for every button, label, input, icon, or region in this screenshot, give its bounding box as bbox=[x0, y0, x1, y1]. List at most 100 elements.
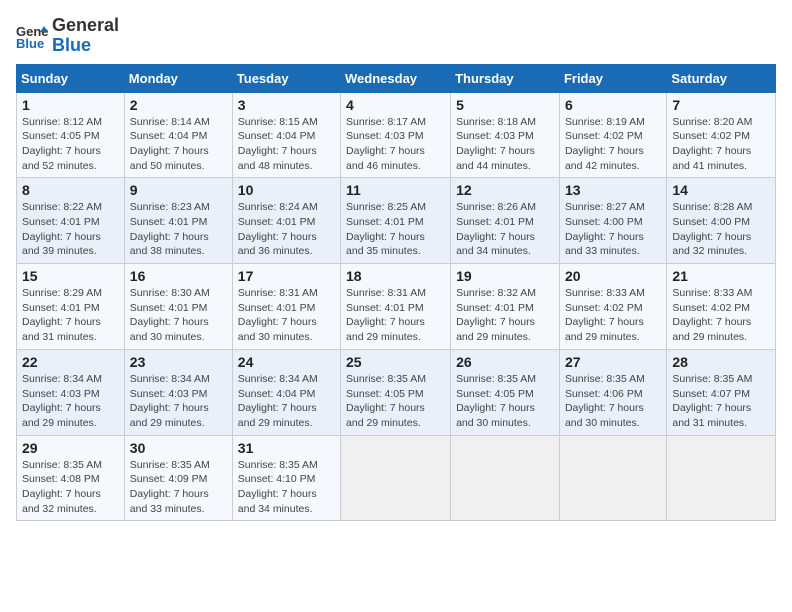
day-number: 21 bbox=[672, 268, 770, 284]
week-row-5: 29 Sunrise: 8:35 AM Sunset: 4:08 PM Dayli… bbox=[17, 435, 776, 521]
day-cell: 24Sunrise: 8:34 AM Sunset: 4:04 PM Dayli… bbox=[232, 349, 340, 435]
day-cell: 12 Sunrise: 8:26 AM Sunset: 4:01 PM Dayli… bbox=[451, 178, 560, 264]
day-number: 31 bbox=[238, 440, 335, 456]
day-detail: Sunrise: 8:35 AM Sunset: 4:10 PM Dayligh… bbox=[238, 458, 335, 517]
day-detail: Sunrise: 8:25 AM Sunset: 4:01 PM Dayligh… bbox=[346, 200, 445, 259]
dow-header-friday: Friday bbox=[559, 64, 666, 92]
day-detail: Sunrise: 8:33 AM Sunset: 4:02 PM Dayligh… bbox=[565, 286, 661, 345]
day-detail: Sunrise: 8:35 AM Sunset: 4:08 PM Dayligh… bbox=[22, 458, 119, 517]
day-cell: 26 Sunrise: 8:35 AM Sunset: 4:05 PM Dayli… bbox=[451, 349, 560, 435]
day-number: 26 bbox=[456, 354, 554, 370]
day-cell: 6Sunrise: 8:19 AM Sunset: 4:02 PM Daylig… bbox=[559, 92, 666, 178]
header: General Blue General Blue bbox=[16, 16, 776, 56]
day-detail: Sunrise: 8:35 AM Sunset: 4:07 PM Dayligh… bbox=[672, 372, 770, 431]
day-cell: 4 Sunrise: 8:17 AM Sunset: 4:03 PM Daylig… bbox=[341, 92, 451, 178]
day-number: 20 bbox=[565, 268, 661, 284]
dow-header-saturday: Saturday bbox=[667, 64, 776, 92]
day-cell: 29 Sunrise: 8:35 AM Sunset: 4:08 PM Dayli… bbox=[17, 435, 125, 521]
day-detail: Sunrise: 8:23 AM Sunset: 4:01 PM Dayligh… bbox=[130, 200, 227, 259]
day-detail: Sunrise: 8:35 AM Sunset: 4:06 PM Dayligh… bbox=[565, 372, 661, 431]
day-cell: 14 Sunrise: 8:28 AM Sunset: 4:00 PM Dayli… bbox=[667, 178, 776, 264]
day-cell: 25 Sunrise: 8:35 AM Sunset: 4:05 PM Dayli… bbox=[341, 349, 451, 435]
day-cell: 9 Sunrise: 8:23 AM Sunset: 4:01 PM Daylig… bbox=[124, 178, 232, 264]
day-detail: Sunrise: 8:27 AM Sunset: 4:00 PM Dayligh… bbox=[565, 200, 661, 259]
day-cell: 28 Sunrise: 8:35 AM Sunset: 4:07 PM Dayli… bbox=[667, 349, 776, 435]
day-cell: 5Sunrise: 8:18 AM Sunset: 4:03 PM Daylig… bbox=[451, 92, 560, 178]
day-cell: 17Sunrise: 8:31 AM Sunset: 4:01 PM Dayli… bbox=[232, 264, 340, 350]
dow-header-sunday: Sunday bbox=[17, 64, 125, 92]
calendar-table: SundayMondayTuesdayWednesdayThursdayFrid… bbox=[16, 64, 776, 522]
day-cell: 3Sunrise: 8:15 AM Sunset: 4:04 PM Daylig… bbox=[232, 92, 340, 178]
day-cell: 2 Sunrise: 8:14 AM Sunset: 4:04 PM Daylig… bbox=[124, 92, 232, 178]
week-row-4: 22 Sunrise: 8:34 AM Sunset: 4:03 PM Dayli… bbox=[17, 349, 776, 435]
day-number: 19 bbox=[456, 268, 554, 284]
day-detail: Sunrise: 8:35 AM Sunset: 4:05 PM Dayligh… bbox=[346, 372, 445, 431]
day-detail: Sunrise: 8:17 AM Sunset: 4:03 PM Dayligh… bbox=[346, 115, 445, 174]
day-detail: Sunrise: 8:34 AM Sunset: 4:04 PM Dayligh… bbox=[238, 372, 335, 431]
day-cell bbox=[341, 435, 451, 521]
day-detail: Sunrise: 8:31 AM Sunset: 4:01 PM Dayligh… bbox=[238, 286, 335, 345]
day-cell: 21 Sunrise: 8:33 AM Sunset: 4:02 PM Dayli… bbox=[667, 264, 776, 350]
day-number: 29 bbox=[22, 440, 119, 456]
day-cell: 7Sunrise: 8:20 AM Sunset: 4:02 PM Daylig… bbox=[667, 92, 776, 178]
day-cell: 1 Sunrise: 8:12 AM Sunset: 4:05 PM Daylig… bbox=[17, 92, 125, 178]
day-detail: Sunrise: 8:12 AM Sunset: 4:05 PM Dayligh… bbox=[22, 115, 119, 174]
dow-header-wednesday: Wednesday bbox=[341, 64, 451, 92]
day-number: 12 bbox=[456, 182, 554, 198]
day-detail: Sunrise: 8:34 AM Sunset: 4:03 PM Dayligh… bbox=[130, 372, 227, 431]
day-cell: 23 Sunrise: 8:34 AM Sunset: 4:03 PM Dayli… bbox=[124, 349, 232, 435]
day-detail: Sunrise: 8:31 AM Sunset: 4:01 PM Dayligh… bbox=[346, 286, 445, 345]
day-number: 13 bbox=[565, 182, 661, 198]
day-number: 15 bbox=[22, 268, 119, 284]
day-cell: 10 Sunrise: 8:24 AM Sunset: 4:01 PM Dayli… bbox=[232, 178, 340, 264]
day-cell: 13 Sunrise: 8:27 AM Sunset: 4:00 PM Dayli… bbox=[559, 178, 666, 264]
day-detail: Sunrise: 8:28 AM Sunset: 4:00 PM Dayligh… bbox=[672, 200, 770, 259]
day-cell: 20 Sunrise: 8:33 AM Sunset: 4:02 PM Dayli… bbox=[559, 264, 666, 350]
day-cell: 19 Sunrise: 8:32 AM Sunset: 4:01 PM Dayli… bbox=[451, 264, 560, 350]
day-detail: Sunrise: 8:33 AM Sunset: 4:02 PM Dayligh… bbox=[672, 286, 770, 345]
logo: General Blue General Blue bbox=[16, 16, 119, 56]
day-cell bbox=[559, 435, 666, 521]
day-number: 23 bbox=[130, 354, 227, 370]
day-number: 2 bbox=[130, 97, 227, 113]
day-number: 27 bbox=[565, 354, 661, 370]
day-cell: 8Sunrise: 8:22 AM Sunset: 4:01 PM Daylig… bbox=[17, 178, 125, 264]
day-number: 5 bbox=[456, 97, 554, 113]
day-number: 4 bbox=[346, 97, 445, 113]
day-cell: 30Sunrise: 8:35 AM Sunset: 4:09 PM Dayli… bbox=[124, 435, 232, 521]
svg-text:Blue: Blue bbox=[16, 36, 44, 50]
week-row-3: 15 Sunrise: 8:29 AM Sunset: 4:01 PM Dayli… bbox=[17, 264, 776, 350]
logo-icon: General Blue bbox=[16, 22, 48, 50]
day-number: 8 bbox=[22, 182, 119, 198]
day-detail: Sunrise: 8:34 AM Sunset: 4:03 PM Dayligh… bbox=[22, 372, 119, 431]
day-cell: 15 Sunrise: 8:29 AM Sunset: 4:01 PM Dayli… bbox=[17, 264, 125, 350]
day-number: 10 bbox=[238, 182, 335, 198]
day-number: 1 bbox=[22, 97, 119, 113]
day-number: 28 bbox=[672, 354, 770, 370]
dow-header-monday: Monday bbox=[124, 64, 232, 92]
day-detail: Sunrise: 8:30 AM Sunset: 4:01 PM Dayligh… bbox=[130, 286, 227, 345]
day-detail: Sunrise: 8:29 AM Sunset: 4:01 PM Dayligh… bbox=[22, 286, 119, 345]
day-cell: 18 Sunrise: 8:31 AM Sunset: 4:01 PM Dayli… bbox=[341, 264, 451, 350]
day-cell: 11 Sunrise: 8:25 AM Sunset: 4:01 PM Dayli… bbox=[341, 178, 451, 264]
day-number: 11 bbox=[346, 182, 445, 198]
day-detail: Sunrise: 8:35 AM Sunset: 4:05 PM Dayligh… bbox=[456, 372, 554, 431]
day-detail: Sunrise: 8:15 AM Sunset: 4:04 PM Dayligh… bbox=[238, 115, 335, 174]
day-cell: 16Sunrise: 8:30 AM Sunset: 4:01 PM Dayli… bbox=[124, 264, 232, 350]
day-cell: 22 Sunrise: 8:34 AM Sunset: 4:03 PM Dayli… bbox=[17, 349, 125, 435]
day-number: 18 bbox=[346, 268, 445, 284]
day-detail: Sunrise: 8:24 AM Sunset: 4:01 PM Dayligh… bbox=[238, 200, 335, 259]
day-detail: Sunrise: 8:26 AM Sunset: 4:01 PM Dayligh… bbox=[456, 200, 554, 259]
day-number: 9 bbox=[130, 182, 227, 198]
day-cell: 27 Sunrise: 8:35 AM Sunset: 4:06 PM Dayli… bbox=[559, 349, 666, 435]
day-cell bbox=[667, 435, 776, 521]
day-number: 14 bbox=[672, 182, 770, 198]
day-number: 25 bbox=[346, 354, 445, 370]
day-detail: Sunrise: 8:14 AM Sunset: 4:04 PM Dayligh… bbox=[130, 115, 227, 174]
dow-header-tuesday: Tuesday bbox=[232, 64, 340, 92]
day-cell: 31 Sunrise: 8:35 AM Sunset: 4:10 PM Dayli… bbox=[232, 435, 340, 521]
week-row-1: 1 Sunrise: 8:12 AM Sunset: 4:05 PM Daylig… bbox=[17, 92, 776, 178]
day-number: 22 bbox=[22, 354, 119, 370]
day-detail: Sunrise: 8:32 AM Sunset: 4:01 PM Dayligh… bbox=[456, 286, 554, 345]
day-detail: Sunrise: 8:20 AM Sunset: 4:02 PM Dayligh… bbox=[672, 115, 770, 174]
